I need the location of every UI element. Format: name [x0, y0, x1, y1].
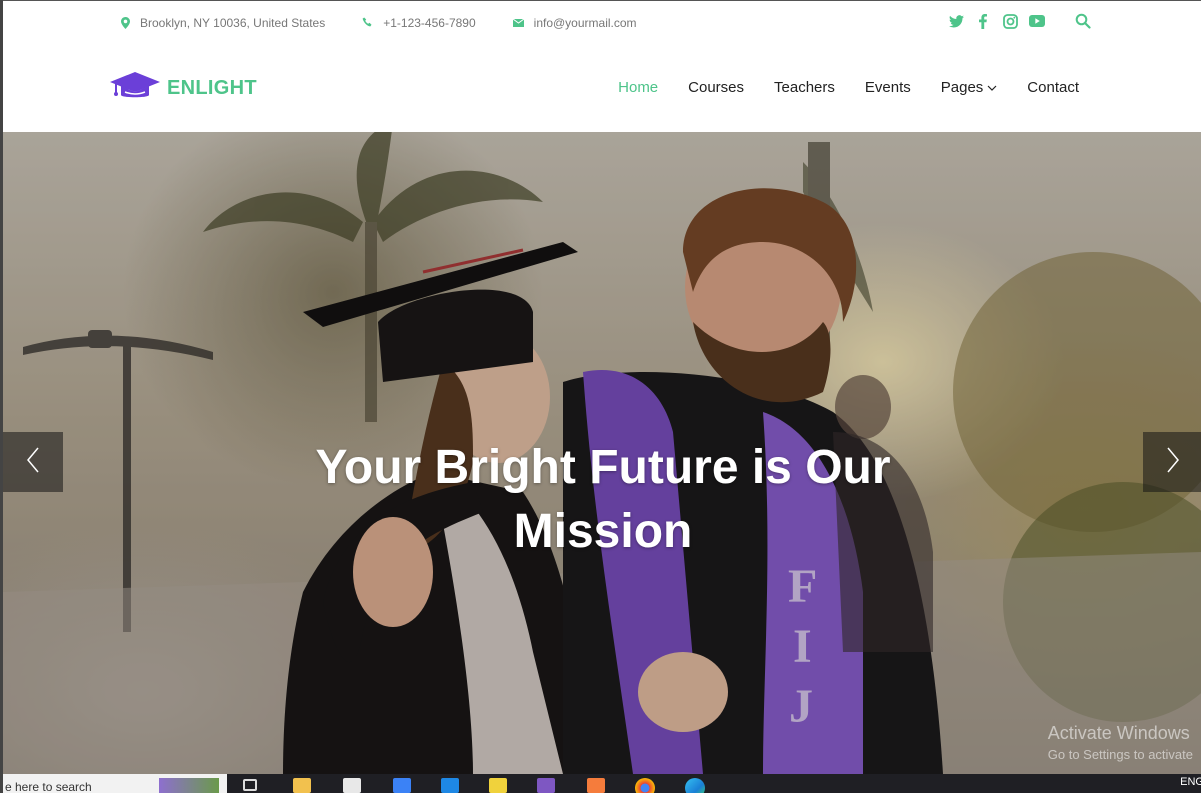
facebook-icon[interactable] [975, 13, 991, 29]
phone-info: +1-123-456-7890 [348, 16, 476, 30]
lavender-icon [159, 778, 219, 793]
page: Brooklyn, NY 10036, United States +1-123… [0, 0, 1201, 793]
windows-activation-watermark: Activate Windows Go to Settings to activ… [1048, 722, 1193, 766]
youtube-icon[interactable] [1029, 13, 1045, 29]
search-icon[interactable] [1075, 13, 1091, 34]
edge-icon[interactable] [685, 778, 705, 793]
taskbar-search[interactable]: e here to search [3, 774, 227, 793]
phone-icon [362, 17, 373, 28]
phone-text[interactable]: +1-123-456-7890 [383, 16, 475, 30]
graduation-cap-icon [109, 70, 161, 107]
slider-prev-button[interactable] [3, 432, 63, 492]
xampp-icon[interactable] [587, 778, 605, 793]
email-info: info@yourmail.com [499, 16, 637, 30]
logo[interactable]: ENLIGHT [109, 70, 257, 107]
twitter-icon[interactable] [948, 13, 964, 29]
app-icon[interactable] [393, 778, 411, 793]
nav-courses[interactable]: Courses [688, 79, 744, 96]
chrome-icon[interactable] [635, 778, 655, 793]
chevron-right-icon [1166, 447, 1180, 478]
nav-events[interactable]: Events [865, 79, 911, 96]
nav-contact[interactable]: Contact [1027, 79, 1079, 96]
nav-home[interactable]: Home [618, 79, 658, 96]
main-nav: Home Courses Teachers Events Pages Conta… [618, 79, 1079, 96]
task-view-icon[interactable] [243, 779, 257, 791]
vscode-icon[interactable] [441, 778, 459, 793]
chevron-down-icon [987, 85, 997, 91]
mail-icon [512, 18, 524, 27]
os-taskbar: e here to search ENG [3, 774, 1201, 793]
hero-slider: F I J Your Bright Future is Our Mission … [3, 132, 1201, 774]
chevron-left-icon [26, 447, 40, 478]
watermark-title: Activate Windows [1047, 723, 1190, 743]
hero-headline: Your Bright Future is Our Mission [315, 441, 891, 558]
nav-pages-label: Pages [940, 79, 984, 96]
nav-pages[interactable]: Pages [941, 79, 998, 96]
site-header: ENLIGHT Home Courses Teachers Events Pag… [3, 44, 1201, 132]
language-indicator[interactable]: ENG [1180, 776, 1201, 788]
notes-icon[interactable] [489, 778, 507, 793]
instagram-icon[interactable] [1002, 13, 1018, 29]
taskbar-search-placeholder: e here to search [5, 780, 92, 793]
top-bar-inner: Brooklyn, NY 10036, United States +1-123… [107, 1, 1105, 45]
watermark-subtitle: Go to Settings to activate [1047, 747, 1193, 762]
store-icon[interactable] [343, 778, 361, 793]
file-explorer-icon[interactable] [293, 778, 311, 793]
location-icon [121, 16, 130, 29]
visual-studio-icon[interactable] [537, 778, 555, 793]
address-info: Brooklyn, NY 10036, United States [107, 16, 325, 30]
email-text[interactable]: info@yourmail.com [534, 16, 637, 30]
slider-next-button[interactable] [1143, 432, 1201, 492]
logo-text: ENLIGHT [167, 77, 257, 99]
nav-teachers[interactable]: Teachers [774, 79, 835, 96]
top-bar: Brooklyn, NY 10036, United States +1-123… [3, 0, 1201, 45]
social-links [948, 13, 1045, 29]
address-text: Brooklyn, NY 10036, United States [140, 15, 326, 30]
